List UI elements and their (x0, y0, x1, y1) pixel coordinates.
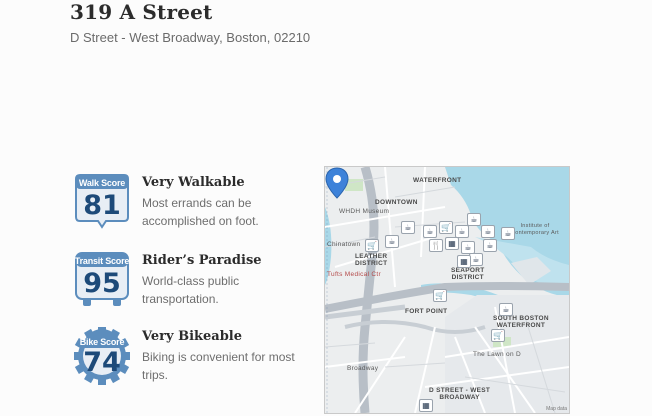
bike-score-text: Very Bikeable Biking is convenient for m… (142, 327, 312, 384)
map-label-chinatown: Chinatown (327, 241, 361, 248)
walk-score-text: Very Walkable Most errands can be accomp… (142, 173, 312, 230)
cafe-icon[interactable]: ☕ (423, 225, 437, 238)
address-line: D Street - West Broadway, Boston, 02210 (70, 30, 311, 45)
map-attribution: Map data (546, 406, 567, 412)
transit-score-heading[interactable]: Rider’s Paradise (142, 253, 312, 268)
map-label-seaport: SEAPORT DISTRICT (451, 267, 485, 281)
cafe-icon[interactable]: ☕ (499, 303, 513, 316)
walk-score-label: Walk Score (78, 178, 126, 188)
address-text: D Street - West Broadway, Boston (70, 30, 267, 45)
page-title: 319 A Street (70, 0, 213, 24)
location-pin-icon[interactable] (325, 167, 349, 199)
grocery-cart-icon[interactable]: 🛒 (433, 289, 447, 302)
building-icon[interactable]: ▦ (457, 255, 471, 268)
bike-score-label: Bike Score (79, 337, 125, 347)
bike-score-heading[interactable]: Very Bikeable (142, 329, 312, 344)
building-icon[interactable]: ▦ (445, 237, 459, 250)
map-label-tufts: Tufts Medical Ctr (327, 271, 381, 278)
map-label-waterfront-top: WATERFRONT (413, 177, 462, 184)
walk-score-row: Walk Score 81 Very Walkable Most errands… (74, 173, 314, 243)
grocery-cart-icon[interactable]: 🛒 (439, 221, 453, 234)
transit-score-label: Transit Score (74, 256, 130, 266)
cafe-icon[interactable]: ☕ (401, 221, 415, 234)
transit-score-row: Transit Score 95 Rider’s Paradise World-… (74, 251, 314, 321)
cafe-icon[interactable]: ☕ (481, 225, 495, 238)
zip-code: 02210 (274, 30, 311, 45)
transit-score-description: World-class public transportation. (142, 274, 240, 306)
walk-score-description: Most errands can be accomplished on foot… (142, 196, 259, 228)
restaurant-icon[interactable]: 🍴 (429, 239, 443, 252)
cafe-icon[interactable]: ☕ (483, 239, 497, 252)
walk-score-heading[interactable]: Very Walkable (142, 175, 312, 190)
map-label-d-street: D STREET - WEST BROADWAY (429, 387, 491, 401)
walk-score-badge[interactable]: Walk Score 81 (74, 173, 130, 233)
map-label-museum: WHDH Museum (339, 208, 390, 215)
neighborhood-map[interactable]: WATERFRONT DOWNTOWN WHDH Museum Chinatow… (324, 166, 570, 414)
walk-score-value: 81 (83, 190, 121, 221)
cafe-icon[interactable]: ☕ (467, 213, 481, 226)
map-base (325, 167, 569, 413)
transit-score-text: Rider’s Paradise World-class public tran… (142, 251, 312, 308)
cafe-icon[interactable]: ☕ (385, 235, 399, 248)
transit-score-badge[interactable]: Transit Score 95 (74, 251, 130, 311)
map-label-leather-district: LEATHER DISTRICT (355, 253, 388, 267)
map-label-downtown: DOWNTOWN (375, 199, 418, 206)
bike-score-description: Biking is convenient for most trips. (142, 350, 295, 382)
map-label-the-lawn: The Lawn on D (473, 351, 521, 358)
map-label-contemporary-art: Institute of Contemporary Art (511, 223, 559, 236)
bike-score-row: Bike Score 74 Very Bikeable Biking is co… (74, 327, 314, 397)
cafe-icon[interactable]: ☕ (501, 227, 515, 240)
map-label-broadway: Broadway (347, 365, 379, 372)
bike-score-badge[interactable]: Bike Score 74 (74, 327, 130, 387)
map-label-fort-point: FORT POINT (405, 308, 448, 315)
transit-score-value: 95 (83, 268, 121, 299)
grocery-cart-icon[interactable]: 🛒 (365, 239, 379, 252)
grocery-cart-icon[interactable]: 🛒 (491, 329, 505, 342)
map-label-south-boston-waterfront: SOUTH BOSTON WATERFRONT (493, 315, 549, 329)
cafe-icon[interactable]: ☕ (469, 253, 483, 266)
bike-score-value: 74 (83, 347, 121, 378)
building-icon[interactable]: ▦ (419, 399, 433, 412)
